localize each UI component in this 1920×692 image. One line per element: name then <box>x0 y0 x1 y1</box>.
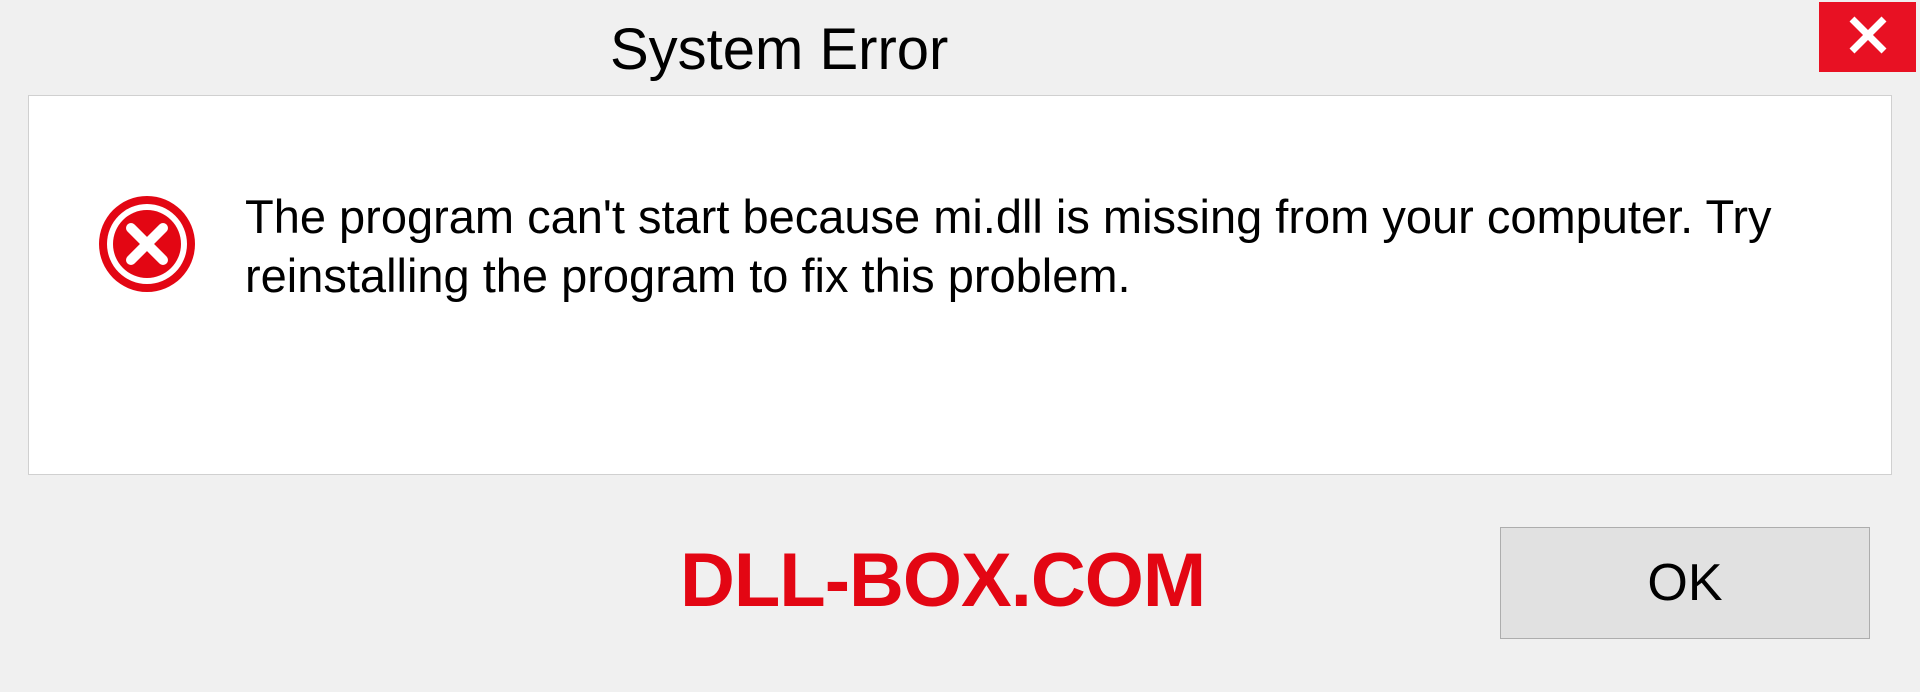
content-area: The program can't start because mi.dll i… <box>28 95 1892 475</box>
error-message: The program can't start because mi.dll i… <box>245 186 1823 306</box>
dialog-title: System Error <box>610 10 948 83</box>
close-icon <box>1846 13 1890 62</box>
error-dialog: System Error The program can't start bec… <box>0 0 1920 692</box>
footer-area: DLL-BOX.COM OK <box>0 475 1920 690</box>
watermark-text: DLL-BOX.COM <box>680 537 1205 624</box>
ok-button[interactable]: OK <box>1500 527 1870 639</box>
title-bar: System Error <box>0 0 1920 95</box>
error-icon <box>97 194 197 294</box>
close-button[interactable] <box>1819 2 1916 72</box>
